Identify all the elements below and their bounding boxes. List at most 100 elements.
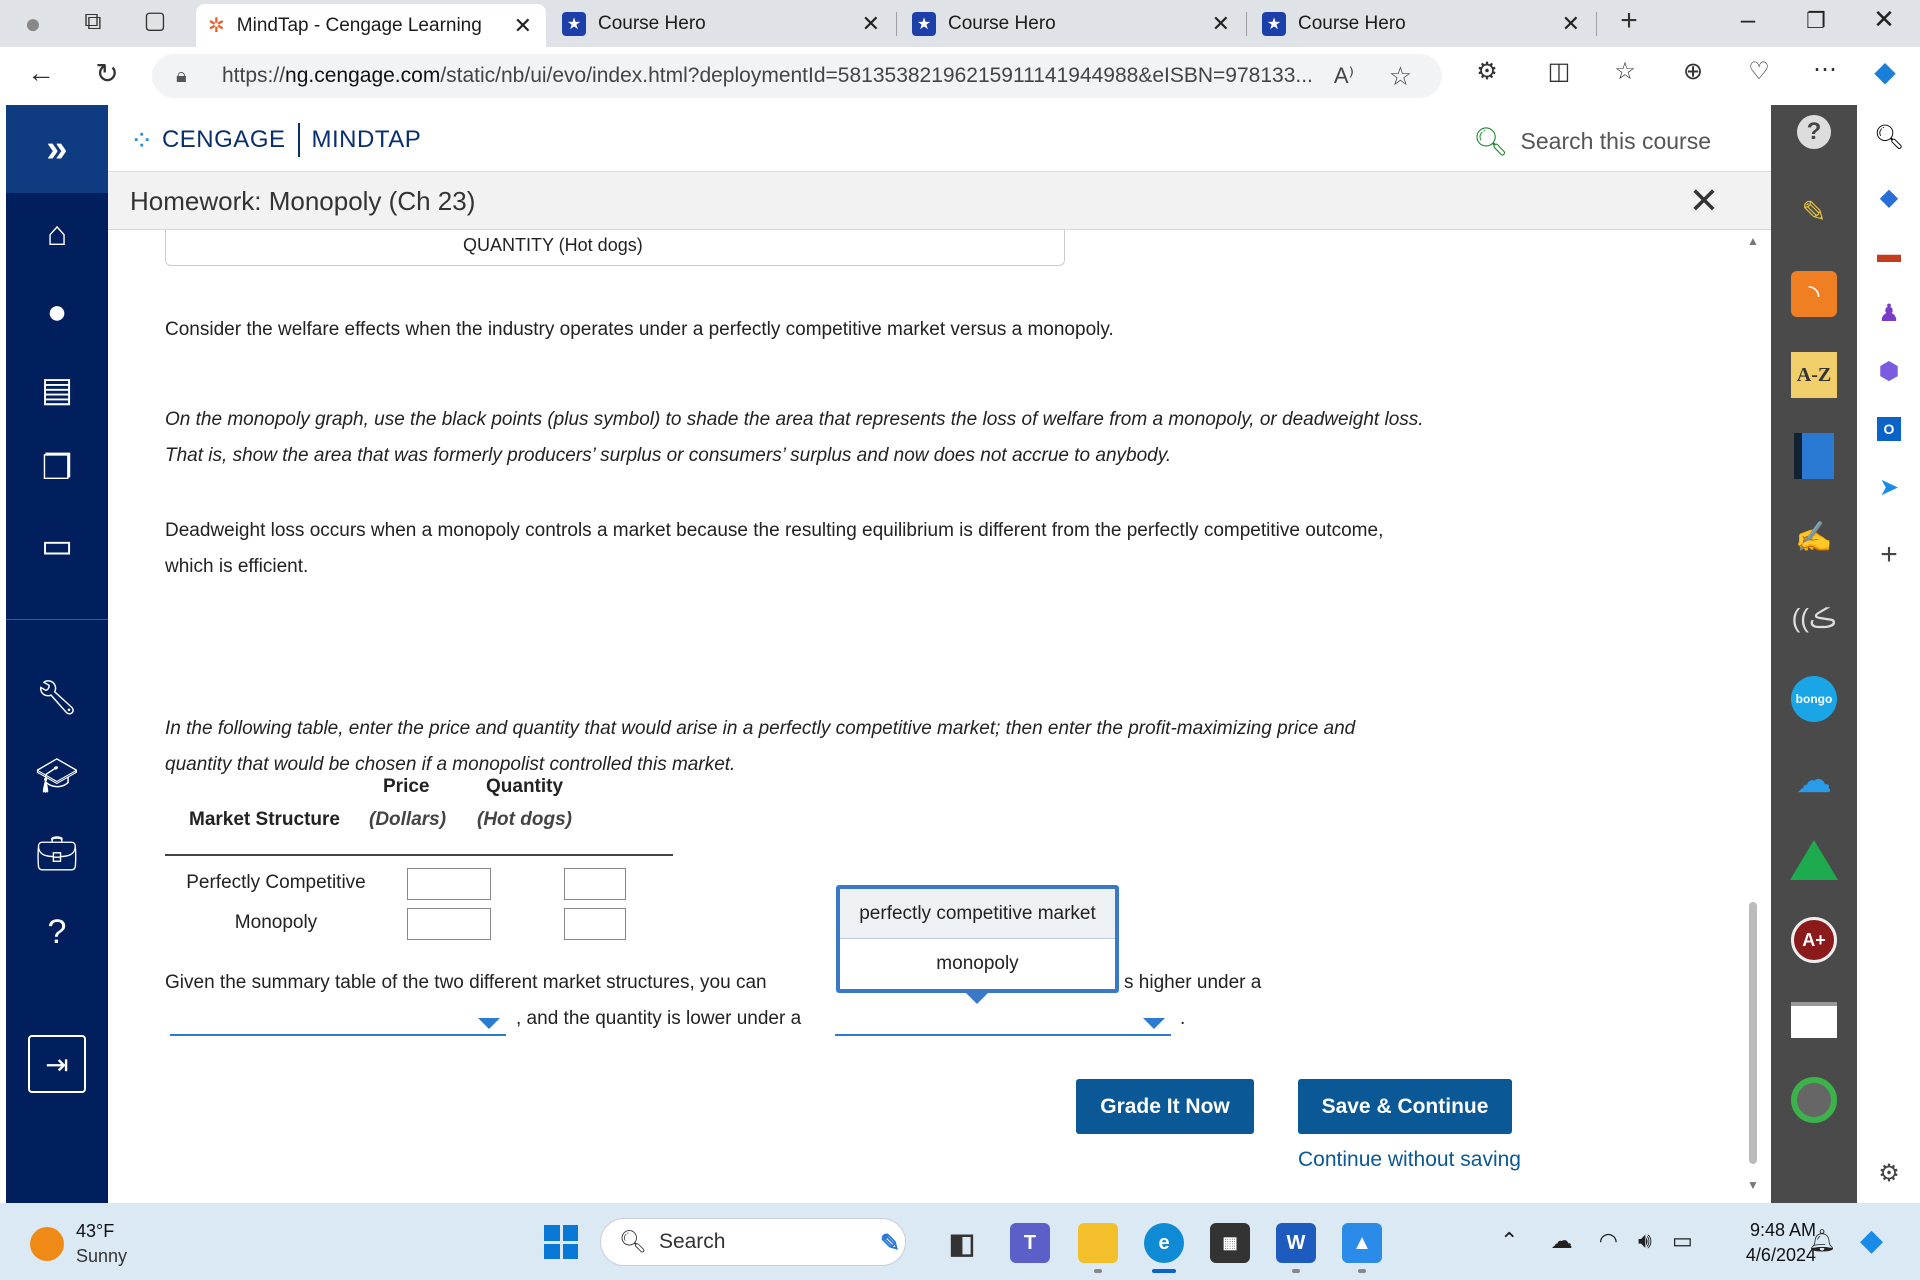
teams-icon[interactable]: T bbox=[1010, 1223, 1050, 1263]
glossary-icon[interactable]: A-Z bbox=[1786, 350, 1842, 400]
restore-icon[interactable]: ❐ bbox=[1786, 8, 1846, 34]
competitive-quantity-input[interactable] bbox=[564, 868, 626, 900]
option-monopoly[interactable]: monopoly bbox=[840, 939, 1115, 989]
lock-icon[interactable]: 🔒︎ bbox=[176, 65, 187, 88]
minimize-icon[interactable]: – bbox=[1718, 4, 1778, 35]
copilot-icon[interactable]: ◆ bbox=[1868, 55, 1902, 88]
continue-without-saving-link[interactable]: Continue without saving bbox=[1298, 1148, 1521, 1172]
pencil-icon[interactable]: ✎ bbox=[1786, 187, 1842, 237]
collections-icon[interactable]: ⊕ bbox=[1676, 57, 1710, 86]
edge-icon[interactable]: e bbox=[1144, 1223, 1184, 1263]
back-icon[interactable]: ← bbox=[24, 57, 58, 89]
store-icon[interactable]: ▦ bbox=[1210, 1223, 1250, 1263]
tools-icon[interactable]: 🔧︎ bbox=[6, 673, 108, 723]
close-activity-icon[interactable]: ✕ bbox=[1689, 180, 1719, 222]
exit-icon[interactable]: ⇥ bbox=[28, 1035, 86, 1093]
volume-icon[interactable]: 🔊︎ bbox=[1638, 1228, 1652, 1253]
scroll-up-icon[interactable]: ▲ bbox=[1747, 234, 1759, 248]
health-icon[interactable]: ♡ bbox=[1742, 57, 1776, 86]
weather-condition[interactable]: Sunny bbox=[76, 1246, 127, 1267]
show-hidden-icons-icon[interactable]: ⌃ bbox=[1500, 1228, 1518, 1253]
profile-icon[interactable]: ● bbox=[6, 287, 108, 337]
home-icon[interactable]: ⌂ bbox=[6, 209, 108, 259]
onedrive-tray-icon[interactable]: ☁ bbox=[1551, 1228, 1573, 1253]
start-icon[interactable] bbox=[544, 1225, 578, 1259]
games-icon[interactable]: ♟ bbox=[1867, 293, 1911, 333]
settings-icon[interactable]: ⚙ bbox=[1867, 1153, 1911, 1193]
content-scrollbar[interactable]: ▲ ▼ bbox=[1744, 230, 1763, 1203]
scroll-thumb[interactable] bbox=[1749, 902, 1757, 1164]
favorite-star-icon[interactable]: ☆ bbox=[1389, 61, 1412, 92]
tab-mindtap[interactable]: ✲ MindTap - Cengage Learning ✕ bbox=[196, 4, 546, 47]
tab-course-hero-2[interactable]: ★ Course Hero ✕ bbox=[900, 5, 1244, 43]
url-field[interactable]: 🔒︎ https://ng.cengage.com/static/nb/ui/e… bbox=[152, 54, 1442, 98]
price-higher-dropdown[interactable] bbox=[170, 1016, 506, 1036]
file-explorer-icon[interactable] bbox=[1078, 1223, 1118, 1263]
close-icon[interactable]: ✕ bbox=[514, 13, 532, 39]
widgets-icon[interactable]: ✎ bbox=[870, 1223, 910, 1263]
window-close-icon[interactable]: ✕ bbox=[1854, 4, 1914, 35]
photos-icon[interactable]: ▲ bbox=[1342, 1223, 1382, 1263]
outlook-icon[interactable]: O bbox=[1867, 409, 1911, 449]
clock-time[interactable]: 9:48 AM bbox=[1726, 1220, 1816, 1241]
grade-it-now-button[interactable]: Grade It Now bbox=[1076, 1079, 1254, 1134]
send-icon[interactable]: ➤ bbox=[1867, 467, 1911, 507]
search-icon[interactable]: 🔍︎ bbox=[1867, 117, 1911, 157]
expand-nav-icon[interactable]: » bbox=[6, 105, 108, 193]
battery-icon[interactable]: ▭ bbox=[1672, 1228, 1693, 1253]
profile-icon[interactable]: ● bbox=[16, 8, 50, 40]
new-tab-icon[interactable]: + bbox=[1612, 4, 1646, 38]
quantity-lower-dropdown[interactable] bbox=[835, 1016, 1171, 1036]
competitive-price-input[interactable] bbox=[407, 868, 491, 900]
bongo-icon[interactable]: bongo bbox=[1786, 674, 1842, 724]
shopping-tag-icon[interactable]: ◆ bbox=[1867, 177, 1911, 217]
toolbox-icon[interactable]: ▬ bbox=[1867, 235, 1911, 275]
close-icon[interactable]: ✕ bbox=[1212, 11, 1230, 37]
course-search[interactable]: 🔍︎ Search this course bbox=[1473, 125, 1711, 158]
reading-icon[interactable]: ❐ bbox=[6, 443, 108, 493]
read-aloud-icon[interactable]: A⁾ bbox=[1334, 63, 1354, 89]
m365-icon[interactable]: ⬢ bbox=[1867, 351, 1911, 391]
more-options-icon[interactable]: ⋯ bbox=[1808, 55, 1842, 84]
close-icon[interactable]: ✕ bbox=[862, 11, 880, 37]
save-continue-button[interactable]: Save & Continue bbox=[1298, 1079, 1512, 1134]
favorites-icon[interactable]: ☆ bbox=[1608, 57, 1642, 86]
monopoly-quantity-input[interactable] bbox=[564, 908, 626, 940]
progress-icon[interactable] bbox=[1786, 1075, 1842, 1125]
readspeaker-icon[interactable]: ((ڪ bbox=[1786, 593, 1842, 643]
task-view-icon[interactable]: ◧ bbox=[942, 1223, 982, 1263]
split-screen-icon[interactable]: ◫ bbox=[1542, 57, 1576, 86]
tab-course-hero-1[interactable]: ★ Course Hero ✕ bbox=[550, 5, 894, 43]
monopoly-price-input[interactable] bbox=[407, 908, 491, 940]
option-perfectly-competitive[interactable]: perfectly competitive market bbox=[840, 889, 1115, 939]
extensions-icon[interactable]: ⚙ bbox=[1470, 57, 1504, 86]
word-icon[interactable]: W bbox=[1276, 1223, 1316, 1263]
briefcase-icon[interactable]: 💼︎ bbox=[6, 829, 108, 879]
help-icon[interactable]: ? bbox=[6, 907, 108, 957]
notifications-icon[interactable]: 🔔︎ bbox=[1808, 1228, 1836, 1254]
notes-icon[interactable]: ▤ bbox=[6, 365, 108, 415]
flashcards-icon[interactable] bbox=[1786, 995, 1842, 1045]
rss-icon[interactable]: ◝ bbox=[1786, 269, 1842, 319]
help-icon[interactable]: ? bbox=[1786, 107, 1842, 157]
course-icon[interactable]: 🎓︎ bbox=[6, 751, 108, 801]
add-icon[interactable]: + bbox=[1867, 535, 1911, 575]
book-icon[interactable] bbox=[1786, 431, 1842, 481]
tab-course-hero-3[interactable]: ★ Course Hero ✕ bbox=[1250, 5, 1594, 43]
notepad-icon[interactable]: ✍ bbox=[1786, 512, 1842, 562]
close-icon[interactable]: ✕ bbox=[1562, 11, 1580, 37]
wifi-icon[interactable]: ◠ bbox=[1599, 1228, 1618, 1253]
aplus-icon[interactable]: A+ bbox=[1786, 915, 1842, 965]
clock-date[interactable]: 4/6/2024 bbox=[1716, 1245, 1816, 1266]
onedrive-icon[interactable]: ☁ bbox=[1786, 755, 1842, 805]
google-drive-icon[interactable] bbox=[1786, 835, 1842, 885]
refresh-icon[interactable]: ↻ bbox=[90, 57, 124, 90]
tab-actions-icon[interactable]: ▢ bbox=[138, 6, 172, 35]
taskbar-search[interactable]: 🔍︎ Search bbox=[600, 1218, 906, 1266]
copilot-taskbar-icon[interactable]: ◆ bbox=[1860, 1223, 1883, 1258]
weather-temperature[interactable]: 43°F bbox=[76, 1221, 114, 1242]
gradebook-icon[interactable]: ▭ bbox=[6, 521, 108, 571]
weather-sun-icon[interactable] bbox=[30, 1227, 64, 1261]
scroll-down-icon[interactable]: ▼ bbox=[1747, 1178, 1759, 1192]
workspaces-icon[interactable]: ⧉ bbox=[76, 8, 110, 36]
